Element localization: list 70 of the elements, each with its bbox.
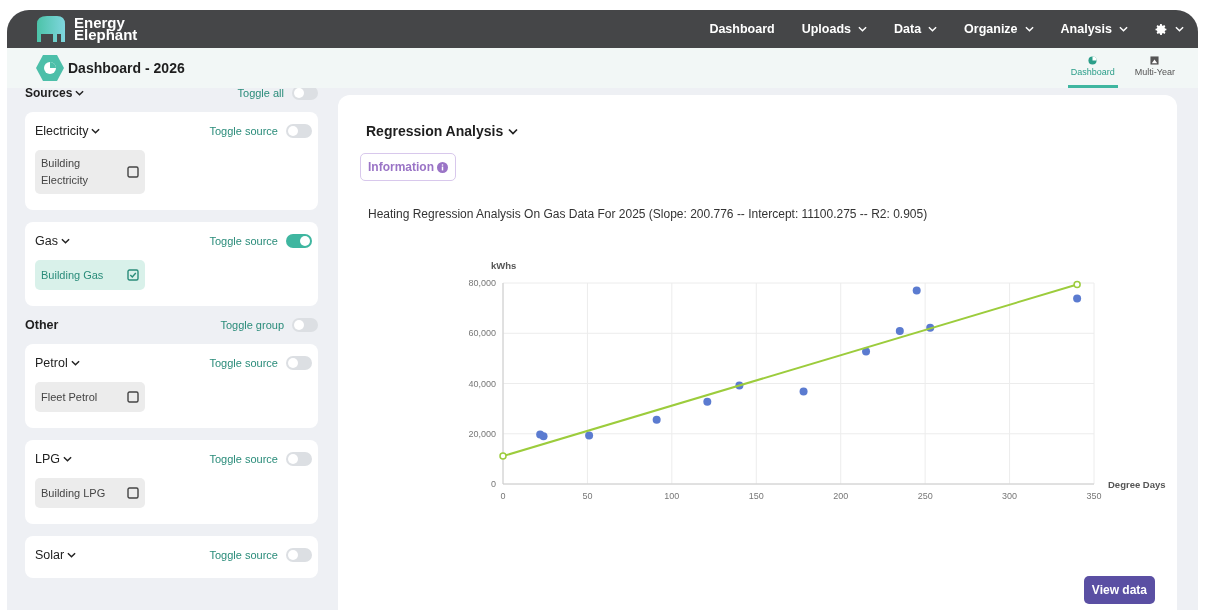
meter-chip[interactable]: Building Electricity [35, 150, 145, 194]
pie-chart-icon [1088, 56, 1098, 65]
x-tick-label: 150 [748, 491, 764, 501]
caret-icon [67, 552, 77, 558]
image-icon [1150, 56, 1160, 65]
toggle-switch[interactable] [292, 318, 318, 332]
x-tick-label: 50 [582, 491, 593, 501]
caret-icon [91, 128, 101, 134]
caret-icon [63, 456, 72, 462]
source-heading[interactable]: Gas [35, 234, 70, 248]
y-tick-label: 60,000 [468, 328, 496, 339]
source-heading[interactable]: Solar [35, 548, 77, 562]
meter-chip[interactable]: Building LPG [35, 478, 145, 508]
view-data-button[interactable]: View data [1083, 576, 1155, 604]
y-axis-label: kWhs [491, 260, 517, 271]
x-axis-label: Degree Days [1108, 479, 1166, 490]
toggle-switch[interactable] [292, 88, 318, 100]
checkbox-icon[interactable] [127, 269, 139, 281]
nav-menu-item[interactable]: Uploads [801, 22, 867, 36]
toggle-switch[interactable] [286, 234, 312, 248]
toggle-switch[interactable] [286, 548, 312, 562]
nav-menu-item[interactable]: Analysis [1060, 22, 1128, 36]
x-tick-label: 0 [500, 491, 506, 501]
info-icon [437, 161, 448, 173]
page-title: Dashboard - 2026 [68, 60, 185, 76]
x-tick-label: 250 [917, 491, 933, 501]
brand-name: Energy Elephant [74, 17, 138, 41]
y-tick-label: 20,000 [468, 428, 496, 439]
toggle-label: Toggle source [209, 453, 278, 465]
y-tick-label: 40,000 [468, 378, 496, 389]
checkbox-icon[interactable] [127, 487, 139, 499]
elephant-logo-icon [35, 16, 67, 42]
source-heading[interactable]: Petrol [35, 356, 80, 370]
source-heading[interactable]: Electricity [35, 124, 101, 138]
settings-menu[interactable] [1155, 22, 1184, 36]
nav-menu-item[interactable]: Dashboard [709, 22, 775, 36]
x-tick-label: 350 [1086, 491, 1102, 501]
toggle-label: Toggle source [209, 235, 278, 247]
y-tick-label: 80,000 [468, 278, 496, 288]
nav-menu-item[interactable]: Data [894, 22, 938, 36]
pie-chart-icon [36, 55, 64, 81]
view-tab[interactable]: Multi-Year [1131, 48, 1178, 88]
x-tick-label: 200 [833, 491, 849, 501]
toggle-label: Toggle source [209, 357, 278, 369]
regression-summary: Heating Regression Analysis On Gas Data For 2025 (Slope: 200.776 -- Intercept: 11100.275 -- R2: 0.905) [368, 207, 929, 221]
toggle-label: Toggle source [209, 125, 278, 137]
toggle-switch[interactable] [286, 124, 312, 138]
x-tick-label: 300 [1002, 491, 1018, 501]
meter-chip[interactable]: Building Gas [35, 260, 145, 290]
toggle-label: Toggle source [209, 549, 278, 561]
settings-icon [1155, 22, 1168, 36]
y-tick-label: 0 [491, 479, 496, 489]
group-heading[interactable]: Sources [25, 88, 85, 100]
toggle-switch[interactable] [286, 452, 312, 466]
x-tick-label: 100 [664, 491, 680, 501]
checkbox-icon[interactable] [127, 391, 139, 403]
checkbox-icon[interactable] [127, 166, 139, 178]
caret-icon [70, 360, 80, 366]
source-heading[interactable]: LPG [35, 452, 72, 466]
group-heading[interactable]: Other [25, 318, 59, 332]
caret-icon [508, 127, 519, 135]
information-button[interactable]: Information [360, 153, 456, 181]
toggle-label: Toggle all [237, 88, 284, 99]
caret-icon [1175, 26, 1184, 32]
meter-chip[interactable]: Fleet Petrol [35, 382, 145, 412]
section-title[interactable]: Regression Analysis [366, 123, 519, 139]
toggle-label: Toggle group [220, 319, 284, 331]
nav-menu-item[interactable]: Organize [964, 22, 1034, 36]
toggle-switch[interactable] [286, 356, 312, 370]
caret-icon [60, 238, 70, 244]
